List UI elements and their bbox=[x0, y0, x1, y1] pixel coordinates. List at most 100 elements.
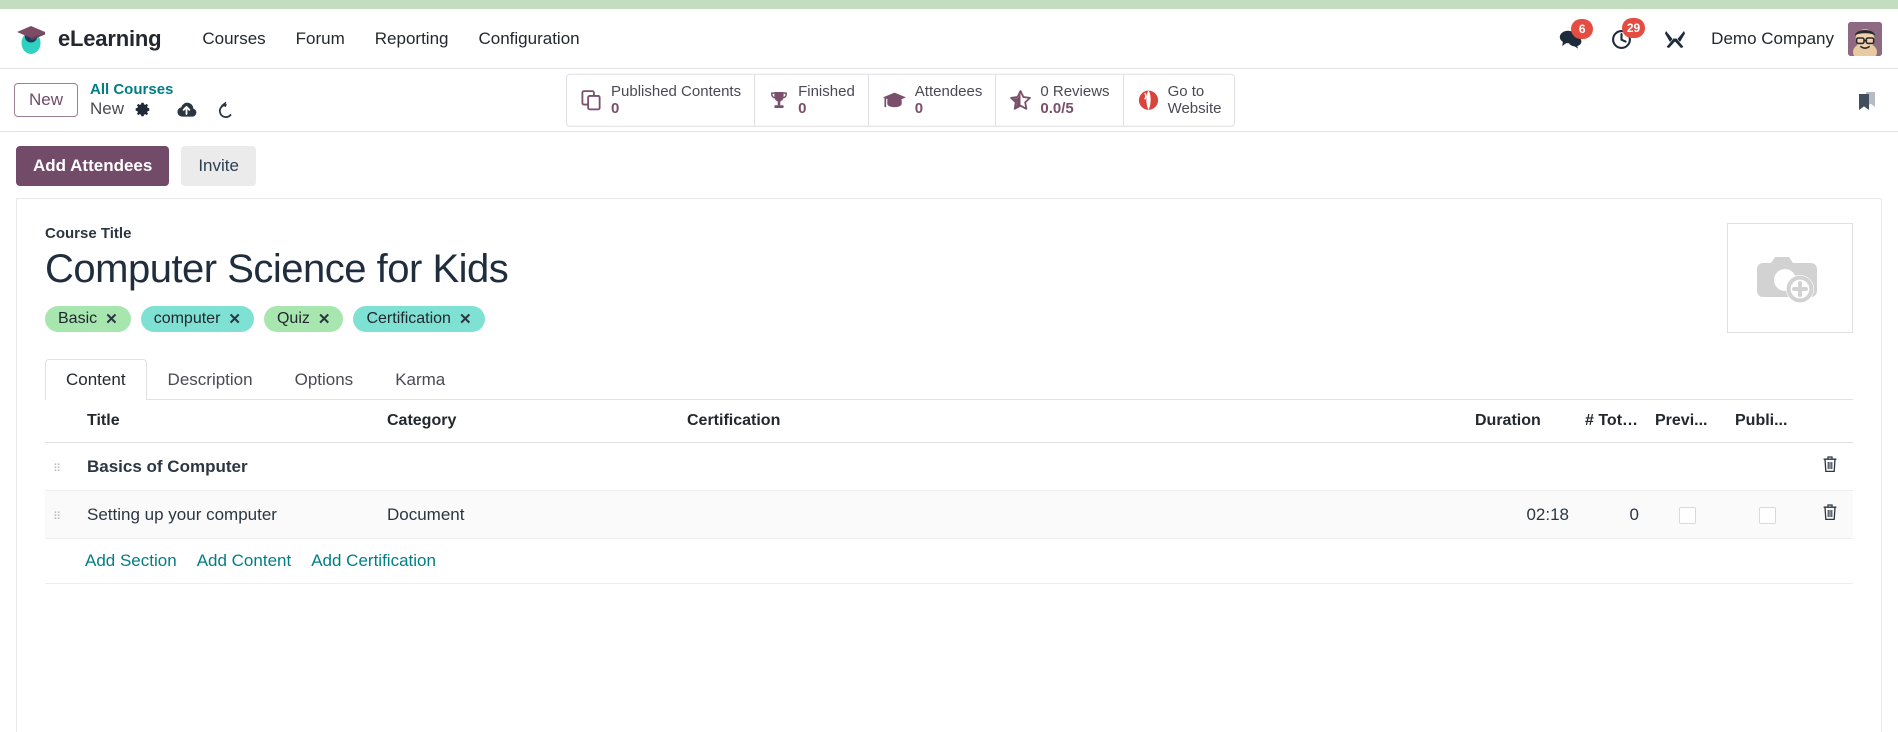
course-content-table: Title Category Certification Duration # … bbox=[45, 400, 1853, 584]
add-attendees-button[interactable]: Add Attendees bbox=[16, 146, 170, 186]
trash-icon[interactable] bbox=[1822, 503, 1838, 521]
gear-icon[interactable] bbox=[134, 101, 151, 118]
tag-basic[interactable]: Basic ✕ bbox=[45, 306, 131, 332]
documents-icon bbox=[580, 89, 603, 112]
tag-remove-icon[interactable]: ✕ bbox=[105, 312, 118, 327]
company-switcher[interactable]: Demo Company bbox=[1701, 29, 1848, 49]
main-navbar: eLearning Courses Forum Reporting Config… bbox=[0, 9, 1898, 69]
trash-icon[interactable] bbox=[1822, 455, 1838, 473]
activities-button[interactable]: 29 bbox=[1597, 17, 1649, 56]
tag-certification[interactable]: Certification ✕ bbox=[353, 306, 485, 332]
globe-icon bbox=[1137, 89, 1160, 112]
nav-link-forum[interactable]: Forum bbox=[281, 21, 360, 57]
row-certification[interactable] bbox=[679, 490, 1467, 539]
undo-icon[interactable] bbox=[216, 100, 235, 119]
messages-button[interactable]: 6 bbox=[1545, 18, 1597, 55]
drag-handle-cell[interactable]: ⠿ bbox=[45, 490, 79, 539]
tab-options[interactable]: Options bbox=[274, 359, 375, 400]
stat-button-published-contents[interactable]: Published Contents 0 bbox=[567, 74, 756, 126]
tag-remove-icon[interactable]: ✕ bbox=[228, 312, 241, 327]
table-body: ⠿ Basics of Computer ⠿ Setting up your c… bbox=[45, 442, 1853, 584]
nav-link-configuration[interactable]: Configuration bbox=[464, 21, 595, 57]
row-preview bbox=[1647, 442, 1727, 491]
stat-value: 0 bbox=[914, 100, 924, 117]
camera-plus-icon bbox=[1751, 243, 1829, 313]
row-delete-cell[interactable] bbox=[1807, 442, 1853, 491]
table-add-row: Add Section Add Content Add Certificatio… bbox=[45, 538, 1853, 584]
breadcrumb-parent-all-courses[interactable]: All Courses bbox=[90, 81, 235, 98]
notebook-tabs: Content Description Options Karma bbox=[45, 358, 1853, 400]
stat-buttons-group: Published Contents 0 Finished 0 Attendee… bbox=[566, 73, 1236, 127]
preview-checkbox[interactable] bbox=[1678, 506, 1696, 524]
col-total[interactable]: # Tota... bbox=[1577, 400, 1647, 443]
tag-computer[interactable]: computer ✕ bbox=[140, 306, 254, 332]
stat-button-attendees[interactable]: Attendees 0 bbox=[869, 74, 997, 126]
form-sheet-wrapper: Course Title Computer Science for Kids B… bbox=[0, 198, 1898, 732]
cloud-upload-icon[interactable] bbox=[175, 100, 198, 119]
row-total[interactable] bbox=[1577, 442, 1647, 491]
tab-karma[interactable]: Karma bbox=[374, 359, 466, 400]
developer-tools-button[interactable] bbox=[1649, 22, 1701, 56]
table-row-section[interactable]: ⠿ Basics of Computer bbox=[45, 442, 1853, 491]
trophy-icon bbox=[768, 89, 790, 112]
add-section-link[interactable]: Add Section bbox=[85, 551, 177, 571]
drag-handle-icon[interactable]: ⠿ bbox=[53, 463, 65, 474]
stat-label: Published Contents bbox=[611, 82, 742, 100]
drag-handle-cell[interactable]: ⠿ bbox=[45, 442, 79, 491]
brand-home-link[interactable]: eLearning bbox=[14, 22, 162, 56]
avatar[interactable] bbox=[1848, 21, 1882, 56]
add-content-link[interactable]: Add Content bbox=[197, 551, 292, 571]
breadcrumb-current-record: New bbox=[90, 99, 125, 118]
tab-content[interactable]: Content bbox=[45, 359, 147, 400]
tag-remove-icon[interactable]: ✕ bbox=[459, 312, 472, 327]
tag-label: Quiz bbox=[276, 310, 310, 327]
col-duration[interactable]: Duration bbox=[1467, 400, 1577, 443]
course-title-input[interactable]: Computer Science for Kids bbox=[45, 246, 1853, 292]
row-duration[interactable]: 02:18 bbox=[1467, 490, 1577, 539]
top-accent-strip bbox=[0, 0, 1898, 9]
invite-button[interactable]: Invite bbox=[181, 146, 256, 186]
tab-description[interactable]: Description bbox=[147, 359, 274, 400]
stat-button-reviews[interactable]: 0 Reviews 0.0/5 bbox=[996, 74, 1124, 126]
table-header: Title Category Certification Duration # … bbox=[45, 400, 1853, 443]
row-certification[interactable] bbox=[679, 442, 1467, 491]
bookmark-icon[interactable] bbox=[1856, 88, 1878, 112]
tag-remove-icon[interactable]: ✕ bbox=[318, 312, 331, 327]
row-title[interactable]: Basics of Computer bbox=[79, 442, 379, 491]
control-panel-right bbox=[1856, 88, 1884, 112]
col-category[interactable]: Category bbox=[379, 400, 679, 443]
row-delete-cell[interactable] bbox=[1807, 490, 1853, 539]
row-category[interactable]: Document bbox=[379, 490, 679, 539]
form-sheet: Course Title Computer Science for Kids B… bbox=[16, 198, 1882, 732]
row-category[interactable] bbox=[379, 442, 679, 491]
nav-link-courses[interactable]: Courses bbox=[187, 21, 280, 57]
row-preview-cell[interactable] bbox=[1647, 490, 1727, 539]
col-published[interactable]: Publi... bbox=[1727, 400, 1807, 443]
stat-label: 0 Reviews bbox=[1040, 82, 1110, 100]
drag-handle-icon[interactable]: ⠿ bbox=[53, 511, 65, 522]
col-title[interactable]: Title bbox=[79, 400, 379, 443]
graduation-cap-icon bbox=[14, 22, 48, 56]
col-preview[interactable]: Previ... bbox=[1647, 400, 1727, 443]
row-total[interactable]: 0 bbox=[1577, 490, 1647, 539]
stat-value: 0.0/5 bbox=[1040, 100, 1074, 117]
new-record-button[interactable]: New bbox=[14, 83, 79, 117]
col-certification[interactable]: Certification bbox=[679, 400, 1467, 443]
stat-button-finished[interactable]: Finished 0 bbox=[755, 74, 869, 126]
stat-button-go-to-website[interactable]: Go to Website bbox=[1124, 75, 1235, 126]
stat-value: 0 bbox=[611, 100, 620, 117]
course-image-upload[interactable] bbox=[1727, 223, 1853, 333]
published-checkbox[interactable] bbox=[1758, 506, 1776, 524]
nav-link-reporting[interactable]: Reporting bbox=[360, 21, 464, 57]
table-row-content[interactable]: ⠿ Setting up your computer Document 02:1… bbox=[45, 490, 1853, 539]
record-action-row: Add Attendees Invite bbox=[0, 132, 1898, 198]
stat-label: Go to bbox=[1167, 82, 1205, 100]
row-title[interactable]: Setting up your computer bbox=[79, 490, 379, 539]
graduation-cap-icon bbox=[882, 89, 907, 112]
tag-quiz[interactable]: Quiz ✕ bbox=[263, 306, 344, 332]
add-certification-link[interactable]: Add Certification bbox=[311, 551, 436, 571]
row-published-cell[interactable] bbox=[1727, 490, 1807, 539]
row-duration[interactable] bbox=[1467, 442, 1577, 491]
control-panel: New All Courses New Published Contents 0… bbox=[0, 69, 1898, 132]
activities-count-badge: 29 bbox=[1621, 17, 1646, 38]
